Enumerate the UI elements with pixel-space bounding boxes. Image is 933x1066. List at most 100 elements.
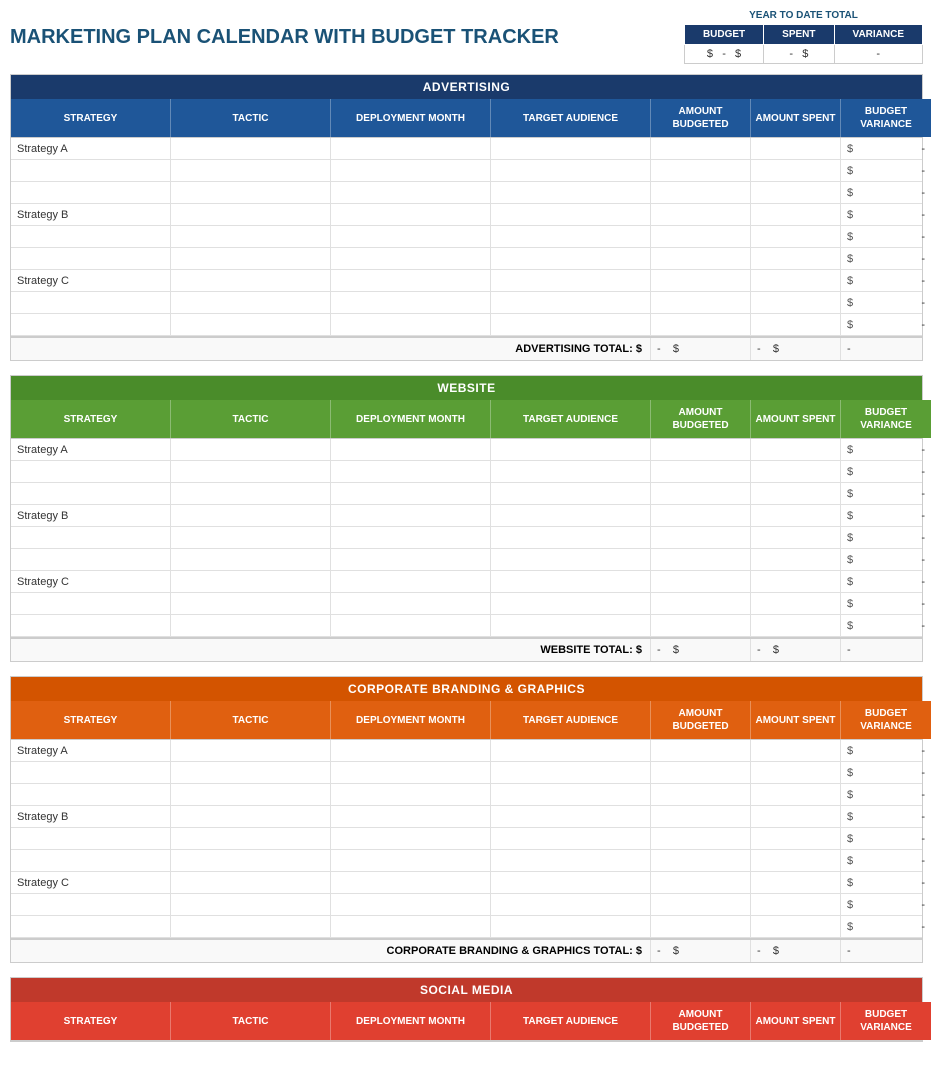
cell[interactable] [751, 182, 841, 203]
cell[interactable] [751, 872, 841, 893]
cell[interactable] [751, 138, 841, 159]
cell[interactable] [651, 762, 751, 783]
cell[interactable] [651, 850, 751, 871]
cell[interactable] [751, 740, 841, 761]
cell[interactable] [751, 248, 841, 269]
cell[interactable] [331, 762, 491, 783]
cell[interactable] [491, 850, 651, 871]
variance-cell[interactable]: $- [841, 314, 931, 335]
cell[interactable] [651, 549, 751, 570]
cell[interactable] [491, 784, 651, 805]
cell[interactable] [651, 292, 751, 313]
cell[interactable] [491, 527, 651, 548]
cell[interactable] [11, 615, 171, 636]
cell[interactable] [491, 593, 651, 614]
cell[interactable] [751, 314, 841, 335]
variance-cell[interactable]: $- [841, 483, 931, 504]
cell[interactable] [331, 527, 491, 548]
cell[interactable] [11, 160, 171, 181]
cell[interactable] [651, 248, 751, 269]
variance-cell[interactable]: $- [841, 248, 931, 269]
cell[interactable] [331, 160, 491, 181]
cell[interactable] [331, 248, 491, 269]
cell[interactable] [331, 226, 491, 247]
cell[interactable] [11, 461, 171, 482]
cell[interactable] [651, 615, 751, 636]
cell[interactable] [651, 806, 751, 827]
cell[interactable] [171, 248, 331, 269]
cell[interactable] [171, 828, 331, 849]
cell[interactable] [491, 571, 651, 592]
cell[interactable] [331, 505, 491, 526]
cell[interactable] [11, 549, 171, 570]
cell[interactable] [11, 784, 171, 805]
cell[interactable] [491, 762, 651, 783]
cell[interactable] [751, 204, 841, 225]
variance-cell[interactable]: $- [841, 226, 931, 247]
cell[interactable] [11, 292, 171, 313]
variance-cell[interactable]: $- [841, 527, 931, 548]
variance-cell[interactable]: $- [841, 204, 931, 225]
cell[interactable] [651, 784, 751, 805]
cell[interactable] [171, 806, 331, 827]
cell[interactable] [491, 204, 651, 225]
cell[interactable] [491, 740, 651, 761]
cell[interactable] [171, 160, 331, 181]
variance-cell[interactable]: $- [841, 916, 931, 937]
cell[interactable] [751, 160, 841, 181]
cell[interactable] [11, 527, 171, 548]
cell[interactable] [171, 226, 331, 247]
cell[interactable] [651, 270, 751, 291]
cell[interactable] [331, 806, 491, 827]
cell[interactable] [751, 461, 841, 482]
cell[interactable] [751, 505, 841, 526]
cell[interactable] [751, 549, 841, 570]
variance-cell[interactable]: $- [841, 593, 931, 614]
variance-cell[interactable]: $- [841, 828, 931, 849]
variance-cell[interactable]: $- [841, 270, 931, 291]
cell[interactable] [171, 850, 331, 871]
cell[interactable] [331, 593, 491, 614]
cell[interactable] [171, 138, 331, 159]
cell[interactable] [751, 483, 841, 504]
cell[interactable] [171, 571, 331, 592]
cell[interactable] [171, 615, 331, 636]
cell[interactable] [751, 439, 841, 460]
cell[interactable] [651, 740, 751, 761]
cell[interactable] [331, 314, 491, 335]
cell[interactable] [171, 439, 331, 460]
variance-cell[interactable]: $- [841, 850, 931, 871]
variance-cell[interactable]: $- [841, 182, 931, 203]
cell[interactable] [11, 314, 171, 335]
variance-cell[interactable]: $- [841, 872, 931, 893]
cell[interactable] [751, 806, 841, 827]
cell[interactable] [11, 483, 171, 504]
variance-cell[interactable]: $- [841, 571, 931, 592]
cell[interactable] [171, 762, 331, 783]
cell[interactable] [171, 461, 331, 482]
cell[interactable] [491, 806, 651, 827]
variance-cell[interactable]: $- [841, 549, 931, 570]
cell[interactable] [331, 615, 491, 636]
cell[interactable] [651, 204, 751, 225]
cell[interactable] [331, 784, 491, 805]
cell[interactable] [11, 850, 171, 871]
variance-cell[interactable]: $- [841, 138, 931, 159]
cell[interactable] [331, 204, 491, 225]
cell[interactable] [491, 549, 651, 570]
cell[interactable] [11, 828, 171, 849]
cell[interactable] [751, 527, 841, 548]
cell[interactable] [751, 571, 841, 592]
cell[interactable] [651, 160, 751, 181]
cell[interactable] [751, 593, 841, 614]
cell[interactable] [751, 850, 841, 871]
cell[interactable] [651, 571, 751, 592]
cell[interactable] [331, 138, 491, 159]
cell[interactable] [751, 226, 841, 247]
cell[interactable] [491, 916, 651, 937]
cell[interactable] [491, 270, 651, 291]
cell[interactable] [651, 138, 751, 159]
cell[interactable] [171, 292, 331, 313]
cell[interactable] [491, 615, 651, 636]
cell[interactable] [751, 292, 841, 313]
